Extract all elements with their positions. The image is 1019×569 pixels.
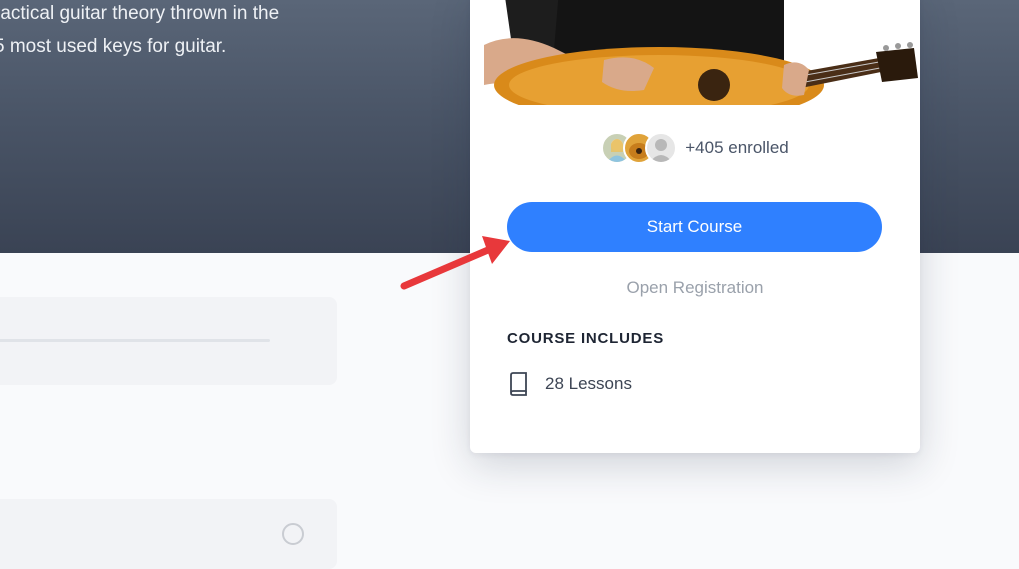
avatar [645,132,678,164]
book-icon [507,372,529,396]
lessons-item: 28 Lessons [507,372,632,396]
enrolled-count: +405 enrolled [685,138,789,157]
guitar-player-image [484,0,918,105]
description-line-1: ractical guitar theory thrown in the [0,3,280,24]
course-thumbnail [484,0,918,105]
description-line-2: 5 most used keys for guitar. [0,36,227,57]
course-includes-heading: COURSE INCLUDES [507,330,665,347]
open-registration-label: Open Registration [626,278,764,297]
enrolled-summary: +405 enrolled [470,130,920,166]
course-progress-panel [0,297,337,385]
enrolled-avatars [601,132,678,164]
course-sidebar-card: +405 enrolled Start Course Open Registra… [470,0,920,453]
annotation-arrow [400,236,510,290]
lesson-row[interactable] [0,499,337,569]
circle-check-icon[interactable] [282,523,304,545]
lessons-count: 28 Lessons [545,374,632,393]
start-course-button[interactable]: Start Course [507,202,882,252]
progress-bar [0,339,270,342]
